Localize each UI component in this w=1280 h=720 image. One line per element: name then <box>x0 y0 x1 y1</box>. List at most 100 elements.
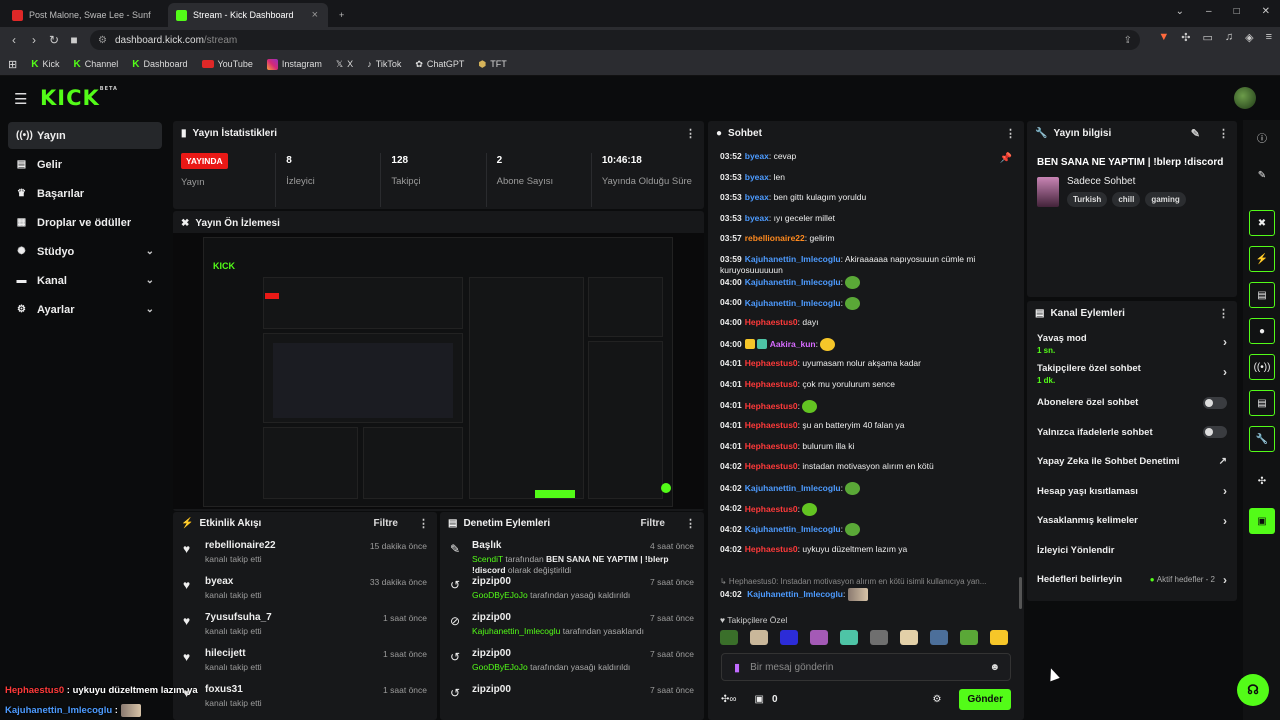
channel-action-item[interactable]: İzleyici Yönlendir <box>1027 536 1237 566</box>
chat-username[interactable]: Hephaestus0 <box>745 358 798 368</box>
chevron-down-icon[interactable]: ⌄ <box>146 246 154 257</box>
chat-username[interactable]: Kajuhanettin_Imlecoglu <box>745 297 841 307</box>
emoji-icon[interactable]: ☻ <box>989 662 1000 673</box>
chat-message[interactable]: 04:02 Kajuhanettin_Imlecoglu: <box>720 523 1020 544</box>
share-icon[interactable]: ⇪ <box>1124 35 1132 46</box>
chat-message[interactable]: 03:53 byeax: len <box>720 172 1020 193</box>
chat-username[interactable]: Hephaestus0 <box>745 441 798 451</box>
chat-username[interactable]: Hephaestus0 <box>745 379 798 389</box>
url-field[interactable]: ⚙ dashboard.kick.com/stream ⇪ <box>90 30 1140 50</box>
chat-input[interactable]: ▮ Bir mesaj gönderin ☻ <box>721 653 1011 681</box>
chat-username[interactable]: rebellionaire22 <box>745 233 805 243</box>
close-window-icon[interactable]: ✕ <box>1262 6 1270 17</box>
emote[interactable] <box>990 630 1008 645</box>
channel-action-item[interactable]: Takipçilere özel sohbet 1 dk. › <box>1027 359 1237 389</box>
chat-message[interactable]: 04:01 Hephaestus0: çok mu yorulurum sence <box>720 379 1020 400</box>
site-info-icon[interactable]: ⚙ <box>98 35 107 46</box>
moderation-item[interactable]: ↺ zipzip00 GooDByEJoJo tarafından yasağı k… <box>440 571 704 607</box>
sidebar-item-5[interactable]: ▬ Kanal ⌄ <box>8 267 162 294</box>
chat-username[interactable]: Hephaestus0 <box>745 317 798 327</box>
filter-button[interactable]: Filtre <box>374 518 398 529</box>
kick-logo[interactable]: KICKBETA <box>40 86 118 110</box>
gift-icon[interactable]: ▣ <box>755 694 764 705</box>
chat-message[interactable]: 04:02 Hephaestus0: uykuyu düzeltmem lazım… <box>720 544 1020 565</box>
emote[interactable] <box>750 630 768 645</box>
moderation-actor[interactable]: GooDByEJoJo <box>472 662 528 672</box>
bookmark-chatgpt[interactable]: ✿ ChatGPT <box>415 59 464 70</box>
moderation-actor[interactable]: GooDByEJoJo <box>472 590 528 600</box>
chat-message[interactable]: 04:01 Hephaestus0: <box>720 399 1020 421</box>
music-icon[interactable]: ♫ <box>1225 31 1233 44</box>
tab-search-icon[interactable]: ⌄ <box>1176 6 1184 17</box>
bookmark-youtube[interactable]: YouTube <box>201 59 253 69</box>
chevron-down-icon[interactable]: ⌄ <box>146 304 154 315</box>
channel-action-item[interactable]: Hesap yaşı kısıtlaması › <box>1027 477 1237 507</box>
broadcast-icon[interactable]: ((•)) <box>1249 354 1275 380</box>
chevron-right-icon[interactable]: › <box>1223 484 1227 498</box>
wrench-icon[interactable]: 🔧 <box>1249 426 1275 452</box>
chat-username[interactable]: byeax <box>745 151 769 161</box>
chat-username[interactable]: Hephaestus0 <box>745 461 798 471</box>
back-icon[interactable]: ‹ <box>4 33 24 47</box>
chat-message[interactable]: 03:53 byeax: ıyı geceler millet <box>720 213 1020 234</box>
emote[interactable] <box>810 630 828 645</box>
chat-username[interactable]: Hephaestus0 <box>745 420 798 430</box>
moderation-actor[interactable]: ScendiT <box>472 554 503 564</box>
bookmark-kick[interactable]: K Kick <box>31 59 59 70</box>
stream-preview-video[interactable]: KICK <box>173 233 704 509</box>
menu-icon[interactable]: ≡ <box>1266 31 1272 44</box>
activity-item[interactable]: ♥ foxus31 kanalı takip etti 1 saat önce <box>173 679 437 715</box>
channel-action-item[interactable]: Yasaklanmış kelimeler › <box>1027 506 1237 536</box>
emote[interactable] <box>840 630 858 645</box>
moderation-item[interactable]: ↺ zipzip00 7 saat önce <box>440 679 704 715</box>
chat-message[interactable]: 04:00 Kajuhanettin_Imlecoglu: <box>720 275 1020 297</box>
chat-message[interactable]: 04:00 Kajuhanettin_Imlecoglu: <box>720 296 1020 318</box>
moderation-item[interactable]: ✎ Başlık ScendiT tarafından BEN SANA NE YA… <box>440 535 704 575</box>
new-tab-button[interactable]: + <box>334 3 354 27</box>
sidebar-item-6[interactable]: ⚙ Ayarlar ⌄ <box>8 296 162 323</box>
bookmark-x[interactable]: 𝕏X <box>336 59 353 70</box>
bookmark-dashboard[interactable]: K Dashboard <box>132 59 187 70</box>
users-infinity-icon[interactable]: ✣∞ <box>721 694 737 705</box>
chat-username[interactable]: Kajuhanettin_Imlecoglu <box>747 589 843 599</box>
category-name[interactable]: Sadece Sohbet <box>1067 176 1186 187</box>
channel-action-item[interactable]: Abonelere özel sohbet <box>1027 388 1237 418</box>
maximize-icon[interactable]: □ <box>1234 6 1240 17</box>
studio-icon[interactable]: ▣ <box>1249 508 1275 534</box>
bookmark-icon[interactable]: ■ <box>64 33 84 47</box>
vpn-icon[interactable]: ◈ <box>1245 31 1253 44</box>
chevron-right-icon[interactable]: › <box>1223 365 1227 379</box>
forward-icon[interactable]: › <box>24 33 44 47</box>
chat-username[interactable]: Kajuhanettin_Imlecoglu <box>745 524 841 534</box>
chat-username[interactable]: Hephaestus0 <box>745 400 798 410</box>
sidebar-item-0[interactable]: ((•)) Yayın <box>8 122 162 149</box>
chat-message[interactable]: 04:02 Kajuhanettin_Imlecoglu: <box>720 481 1020 503</box>
sidebar-item-3[interactable]: ▦ Droplar ve ödüller <box>8 209 162 236</box>
external-link-icon[interactable]: ↗ <box>1219 456 1227 467</box>
chat-settings-icon[interactable]: ⚙ <box>932 694 941 705</box>
emote[interactable] <box>720 630 738 645</box>
chat-username[interactable]: Kajuhanettin_Imlecoglu <box>745 277 841 287</box>
moderation-item[interactable]: ⊘ zipzip00 Kajuhanettin_Imlecoglu tarafınd… <box>440 607 704 643</box>
chat-message[interactable]: 04:00 Hephaestus0: dayı <box>720 317 1020 338</box>
help-chat-button[interactable]: ☊ <box>1237 674 1269 706</box>
preview-icon[interactable]: ✖ <box>1249 210 1275 236</box>
users-icon[interactable]: ✣ <box>1249 468 1275 494</box>
more-options-icon[interactable]: ⋮ <box>1005 127 1016 140</box>
bookmark-tft[interactable]: ⬢ TFT <box>478 59 506 70</box>
moderation-item[interactable]: ↺ zipzip00 GooDByEJoJo tarafından yasağı k… <box>440 643 704 679</box>
sidebar-item-4[interactable]: ✺ Stüdyo ⌄ <box>8 238 162 265</box>
reload-icon[interactable]: ↻ <box>44 33 64 47</box>
sidebar-toggle-icon[interactable]: ▭ <box>1202 31 1212 44</box>
more-options-icon[interactable]: ⋮ <box>1218 127 1229 140</box>
chat-message[interactable]: 04:02 Kajuhanettin_Imlecoglu: <box>720 588 1020 609</box>
bookmark-channel[interactable]: K Channel <box>73 59 118 70</box>
minimize-icon[interactable]: – <box>1206 6 1212 17</box>
tab-youtube[interactable]: Post Malone, Swae Lee - Sunflower ( <box>4 3 164 27</box>
more-options-icon[interactable]: ⋮ <box>418 517 429 530</box>
activity-item[interactable]: ♥ byeax kanalı takip etti 33 dakika önce <box>173 571 437 607</box>
channel-action-item[interactable]: Yapay Zeka ile Sohbet Denetimi ↗ <box>1027 447 1237 477</box>
chat-username[interactable]: Hephaestus0 <box>745 503 798 513</box>
edit-icon[interactable]: ✎ <box>1249 162 1275 188</box>
chat-message[interactable]: 03:59 Kajuhanettin_Imlecoglu: Akiraaaaaa … <box>720 254 1020 276</box>
